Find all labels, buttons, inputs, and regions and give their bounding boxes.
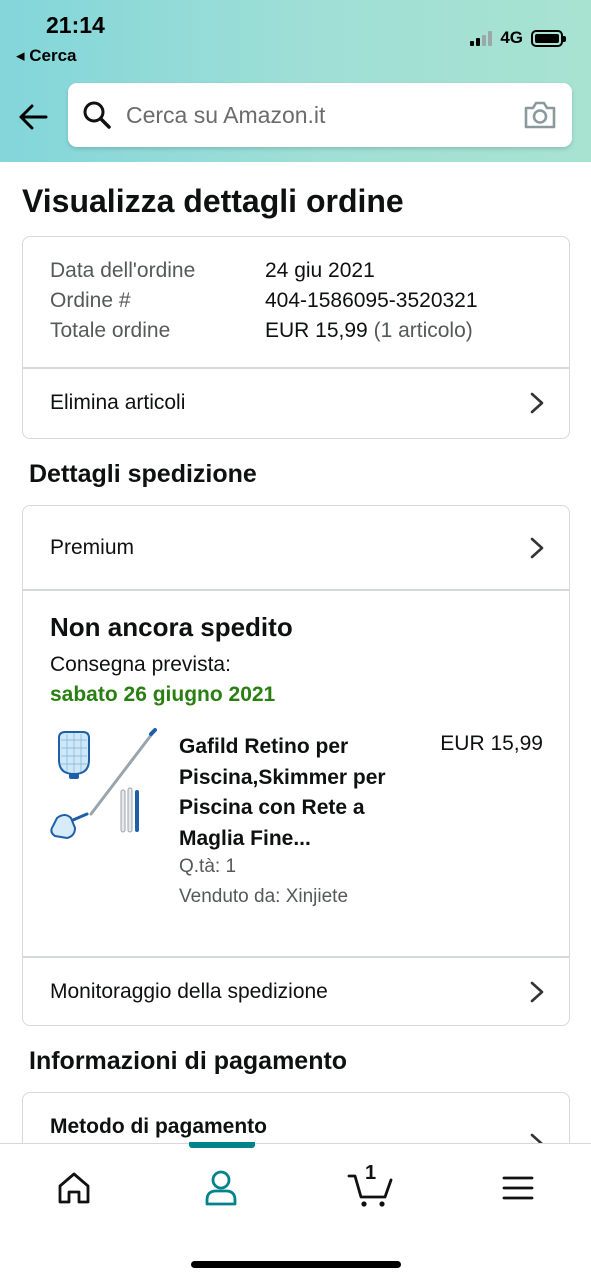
order-number-value: 404-1586095-3520321 — [265, 289, 478, 312]
chevron-right-icon — [530, 392, 544, 414]
track-shipment-row[interactable]: Monitoraggio della spedizione — [23, 957, 569, 1026]
delete-items-row[interactable]: Elimina articoli — [23, 368, 569, 438]
active-tab-indicator — [189, 1142, 255, 1148]
status-time: 21:14 — [46, 12, 105, 38]
shipment-status: Non ancora spedito — [50, 612, 293, 642]
product-title[interactable]: Gafild Retino per Piscina,Skimmer per Pi… — [179, 732, 409, 854]
battery-icon — [531, 29, 566, 47]
camera-icon[interactable] — [522, 99, 558, 131]
page-title: Visualizza dettagli ordine — [22, 183, 404, 219]
order-date-value: 24 giu 2021 — [265, 259, 375, 282]
search-bar[interactable] — [68, 83, 572, 147]
shipping-service-label: Premium — [50, 536, 135, 559]
cart-button[interactable]: 1 — [346, 1162, 396, 1210]
track-shipment-label: Monitoraggio della spedizione — [50, 980, 328, 1003]
bottom-nav: 1 — [0, 1142, 591, 1280]
product-price: EUR 15,99 — [440, 732, 543, 755]
order-total-items: (1 articolo) — [373, 319, 473, 342]
network-type: 4G — [500, 28, 523, 47]
home-indicator-bar — [191, 1261, 401, 1268]
search-icon — [83, 101, 111, 129]
home-icon[interactable] — [52, 1166, 96, 1210]
product-image[interactable] — [47, 728, 159, 842]
app-header: 21:14 ◂ Cerca 4G — [0, 0, 591, 162]
divider — [23, 589, 569, 591]
delivery-estimate-date: sabato 26 giugno 2021 — [50, 683, 276, 706]
chevron-right-icon — [530, 981, 544, 1003]
shipping-section-title: Dettagli spedizione — [29, 460, 257, 488]
order-date-label: Data dell'ordine — [50, 259, 196, 282]
delete-items-label: Elimina articoli — [50, 391, 186, 414]
menu-icon[interactable] — [496, 1166, 540, 1210]
cart-count: 1 — [365, 1162, 377, 1184]
order-total-amount: EUR 15,99 — [265, 319, 368, 342]
product-seller: Venduto da: Xinjiete — [179, 886, 349, 907]
product-quantity: Q.tà: 1 — [179, 856, 237, 877]
delivery-estimate-label: Consegna prevista: — [50, 653, 231, 676]
status-indicators: 4G — [470, 26, 566, 50]
signal-icon — [470, 30, 493, 46]
chevron-right-icon — [530, 537, 544, 559]
payment-method-label: Metodo di pagamento — [50, 1115, 267, 1138]
account-icon[interactable] — [199, 1166, 243, 1210]
search-input[interactable] — [126, 83, 506, 147]
back-arrow-icon[interactable] — [16, 100, 50, 134]
order-number-label: Ordine # — [50, 289, 131, 312]
shipping-card: Premium Non ancora spedito Consegna prev… — [22, 505, 570, 1026]
status-back-to-app[interactable]: ◂ Cerca — [16, 46, 77, 66]
payment-section-title: Informazioni di pagamento — [29, 1047, 348, 1075]
order-total-label: Totale ordine — [50, 319, 171, 342]
order-total-value: EUR 15,99 (1 articolo) — [265, 319, 473, 343]
shipping-service-row[interactable]: Premium — [23, 506, 569, 589]
order-summary-card: Data dell'ordine 24 giu 2021 Ordine # 40… — [22, 236, 570, 439]
